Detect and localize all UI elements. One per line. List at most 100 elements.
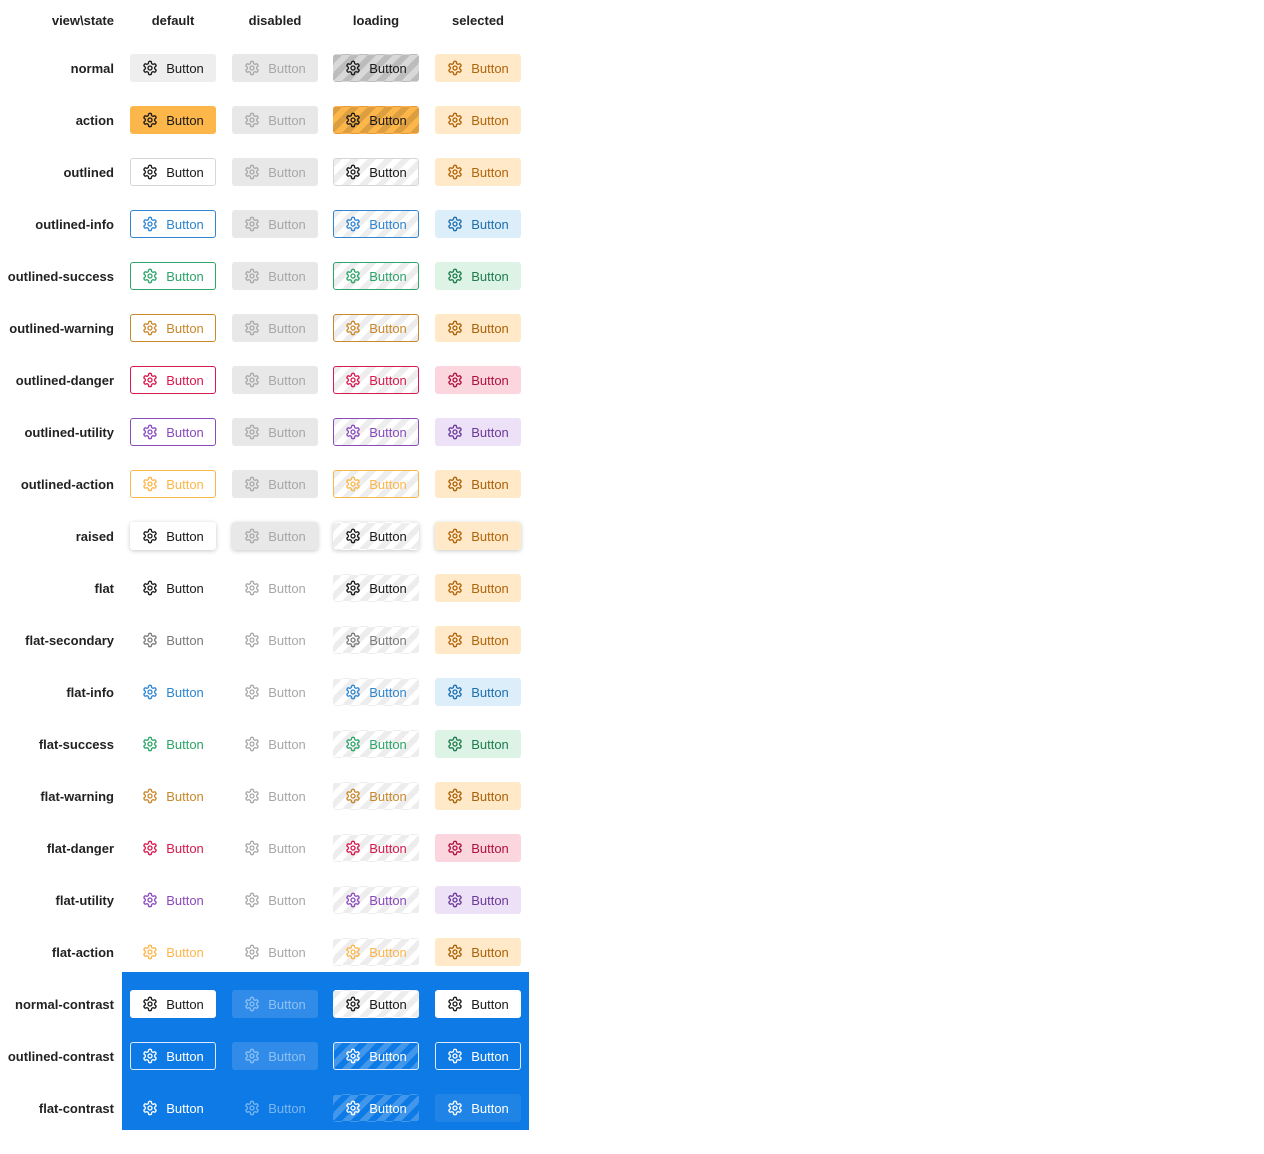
button-label: Button — [471, 788, 509, 804]
flat-contrast-selected-button[interactable]: Button — [435, 1094, 521, 1122]
normal-contrast-loading-button[interactable]: Button — [333, 990, 419, 1018]
outlined-loading-button[interactable]: Button — [333, 158, 419, 186]
flat-warning-selected-button[interactable]: Button — [435, 782, 521, 810]
gear-icon — [447, 840, 463, 856]
gear-icon — [345, 164, 361, 180]
cell-loading: Button — [325, 562, 427, 614]
outlined-success-loading-button[interactable]: Button — [333, 262, 419, 290]
outlined-action-loading-button[interactable]: Button — [333, 470, 419, 498]
gear-icon — [345, 60, 361, 76]
flat-secondary-selected-button[interactable]: Button — [435, 626, 521, 654]
outlined-contrast-selected-button[interactable]: Button — [435, 1042, 521, 1070]
flat-utility-selected-button[interactable]: Button — [435, 886, 521, 914]
button-label: Button — [166, 684, 204, 700]
outlined-warning-loading-button[interactable]: Button — [333, 314, 419, 342]
flat-danger-selected-button[interactable]: Button — [435, 834, 521, 862]
gear-icon — [244, 424, 260, 440]
normal-selected-button[interactable]: Button — [435, 54, 521, 82]
cell-loading: Button — [325, 198, 427, 250]
normal-contrast-default-button[interactable]: Button — [130, 990, 216, 1018]
outlined-warning-selected-button[interactable]: Button — [435, 314, 521, 342]
outlined-action-default-button[interactable]: Button — [130, 470, 216, 498]
button-label: Button — [166, 424, 204, 440]
flat-warning-loading-button[interactable]: Button — [333, 782, 419, 810]
flat-contrast-loading-button[interactable]: Button — [333, 1094, 419, 1122]
outlined-info-loading-button[interactable]: Button — [333, 210, 419, 238]
gear-icon — [345, 736, 361, 752]
cell-disabled: Button — [224, 614, 326, 666]
flat-action-default-button[interactable]: Button — [130, 938, 216, 966]
button-label: Button — [369, 580, 407, 596]
outlined-utility-selected-button[interactable]: Button — [435, 418, 521, 446]
cell-loading: Button — [325, 302, 427, 354]
button-label: Button — [471, 164, 509, 180]
outlined-danger-selected-button[interactable]: Button — [435, 366, 521, 394]
flat-utility-default-button[interactable]: Button — [130, 886, 216, 914]
outlined-warning-default-button[interactable]: Button — [130, 314, 216, 342]
outlined-selected-button[interactable]: Button — [435, 158, 521, 186]
normal-default-button[interactable]: Button — [130, 54, 216, 82]
flat-action-selected-button[interactable]: Button — [435, 938, 521, 966]
flat-info-selected-button[interactable]: Button — [435, 678, 521, 706]
flat-action-loading-button[interactable]: Button — [333, 938, 419, 966]
button-label: Button — [369, 944, 407, 960]
button-label: Button — [369, 1100, 407, 1116]
button-label: Button — [369, 736, 407, 752]
flat-success-selected-button[interactable]: Button — [435, 730, 521, 758]
normal-loading-button[interactable]: Button — [333, 54, 419, 82]
row-label: flat-secondary — [25, 632, 114, 648]
flat-success-loading-button[interactable]: Button — [333, 730, 419, 758]
row-flat-action: flat-action Button Button Button Button — [0, 926, 1264, 978]
outlined-info-selected-button[interactable]: Button — [435, 210, 521, 238]
flat-secondary-loading-button[interactable]: Button — [333, 626, 419, 654]
outlined-success-disabled-button: Button — [232, 262, 318, 290]
outlined-info-default-button[interactable]: Button — [130, 210, 216, 238]
outlined-contrast-default-button[interactable]: Button — [130, 1042, 216, 1070]
action-selected-button[interactable]: Button — [435, 106, 521, 134]
outlined-action-selected-button[interactable]: Button — [435, 470, 521, 498]
flat-warning-default-button[interactable]: Button — [130, 782, 216, 810]
row-normal: normal Button Button Button Button — [0, 42, 1264, 94]
cell-loading: Button — [325, 42, 427, 94]
flat-info-loading-button[interactable]: Button — [333, 678, 419, 706]
outlined-success-selected-button[interactable]: Button — [435, 262, 521, 290]
raised-loading-button[interactable]: Button — [333, 522, 419, 550]
flat-secondary-default-button[interactable]: Button — [130, 626, 216, 654]
button-label: Button — [369, 112, 407, 128]
gear-icon — [244, 892, 260, 908]
outlined-success-default-button[interactable]: Button — [130, 262, 216, 290]
gear-icon — [244, 268, 260, 284]
outlined-utility-loading-button[interactable]: Button — [333, 418, 419, 446]
flat-contrast-default-button[interactable]: Button — [130, 1094, 216, 1122]
button-label: Button — [268, 112, 306, 128]
outlined-danger-default-button[interactable]: Button — [130, 366, 216, 394]
flat-selected-button[interactable]: Button — [435, 574, 521, 602]
cell-disabled: Button — [224, 978, 326, 1030]
flat-success-default-button[interactable]: Button — [130, 730, 216, 758]
outlined-danger-loading-button[interactable]: Button — [333, 366, 419, 394]
flat-utility-loading-button[interactable]: Button — [333, 886, 419, 914]
outlined-utility-default-button[interactable]: Button — [130, 418, 216, 446]
raised-default-button[interactable]: Button — [130, 522, 216, 550]
gear-icon — [447, 164, 463, 180]
flat-loading-button[interactable]: Button — [333, 574, 419, 602]
cell-default: Button — [122, 822, 224, 874]
cell-loading: Button — [325, 1082, 427, 1134]
outlined-contrast-loading-button[interactable]: Button — [333, 1042, 419, 1070]
action-loading-button[interactable]: Button — [333, 106, 419, 134]
flat-info-default-button[interactable]: Button — [130, 678, 216, 706]
button-label: Button — [471, 424, 509, 440]
button-label: Button — [268, 60, 306, 76]
row-label: outlined-info — [35, 216, 114, 232]
action-default-button[interactable]: Button — [130, 106, 216, 134]
raised-selected-button[interactable]: Button — [435, 522, 521, 550]
row-flat-danger: flat-danger Button Button Button Button — [0, 822, 1264, 874]
flat-danger-loading-button[interactable]: Button — [333, 834, 419, 862]
gear-icon — [244, 684, 260, 700]
flat-danger-default-button[interactable]: Button — [130, 834, 216, 862]
outlined-danger-disabled-button: Button — [232, 366, 318, 394]
button-label: Button — [166, 996, 204, 1012]
outlined-default-button[interactable]: Button — [130, 158, 216, 186]
normal-contrast-selected-button[interactable]: Button — [435, 990, 521, 1018]
flat-default-button[interactable]: Button — [130, 574, 216, 602]
